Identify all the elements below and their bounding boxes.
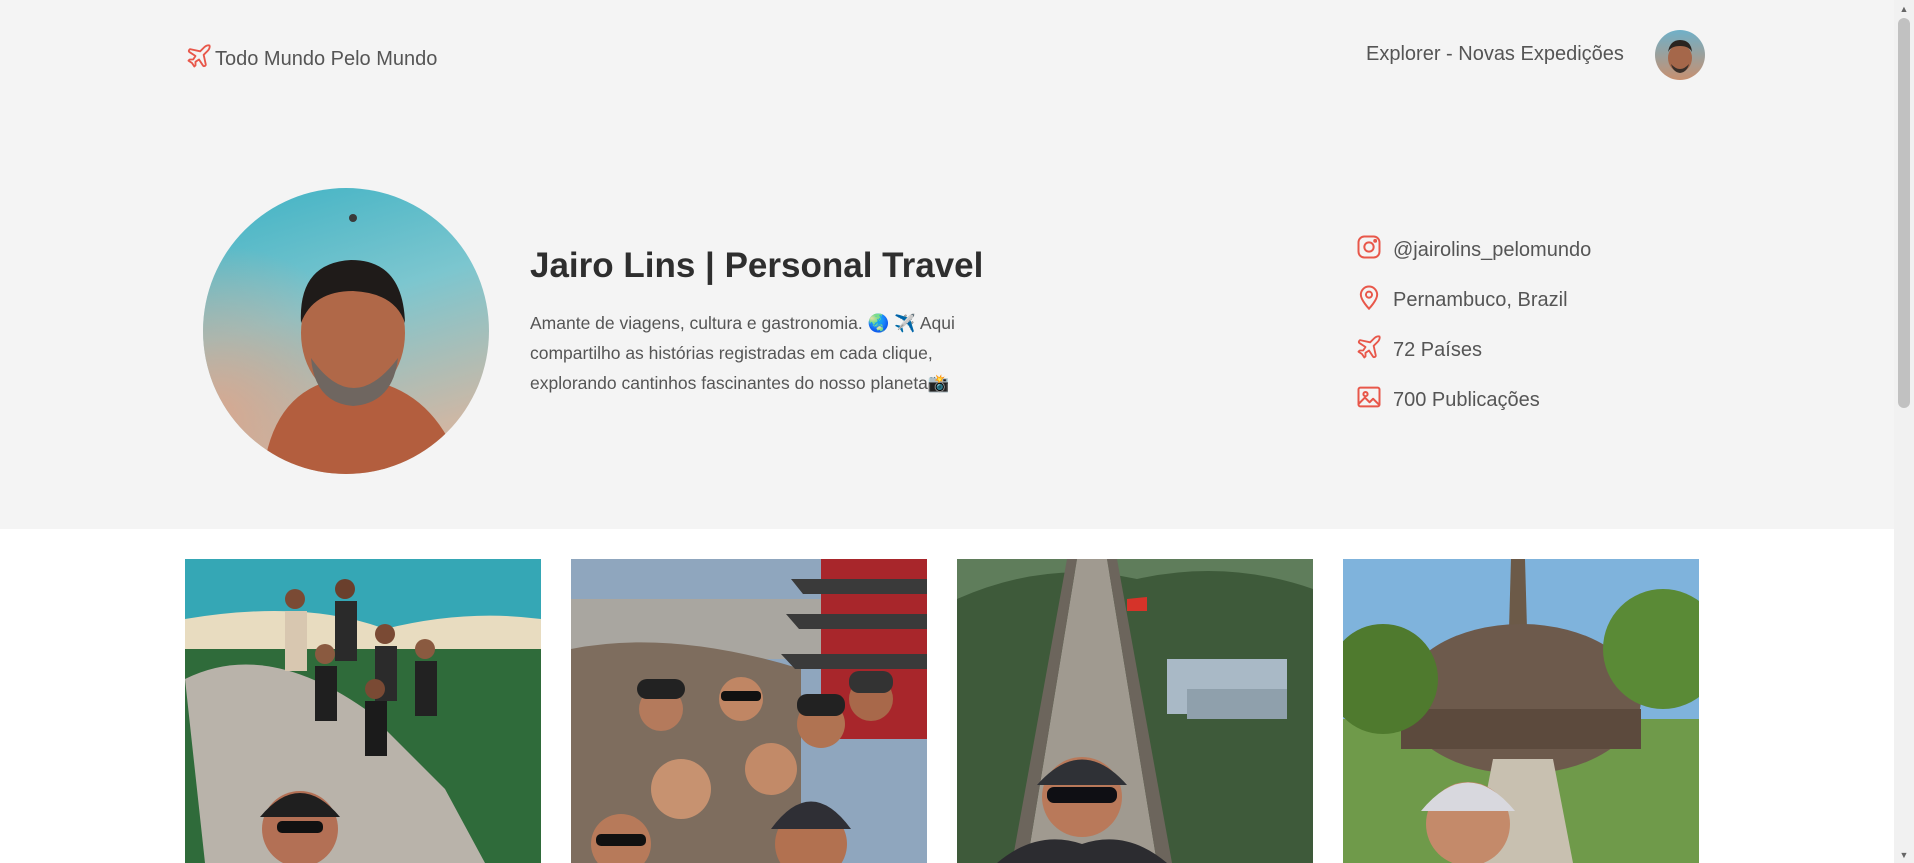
countries-item: 72 Países [1355,333,1482,367]
instagram-handle: @jairolins_pelomundo [1393,238,1592,261]
countries-count: 72 Países [1393,338,1482,361]
brand-label: Todo Mundo Pelo Mundo [215,47,438,70]
profile-photo [203,188,489,474]
post-thumbnail[interactable] [957,559,1313,863]
posts-item: 700 Publicações [1355,383,1540,417]
location-text: Pernambuco, Brazil [1393,288,1568,311]
scroll-down-arrow-icon[interactable]: ▼ [1894,846,1914,863]
avatar[interactable] [1655,30,1705,80]
plane-icon [185,42,213,76]
instagram-link[interactable]: @jairolins_pelomundo [1355,233,1591,267]
profile-bio: Amante de viagens, cultura e gastronomia… [530,313,955,393]
profile-name: Jairo Lins | Personal Travel [530,246,984,285]
plane-icon [1355,333,1383,367]
image-icon [1355,383,1383,417]
post-thumbnail[interactable] [185,559,541,863]
scroll-up-arrow-icon[interactable]: ▲ [1894,0,1914,17]
map-pin-icon [1355,283,1383,317]
instagram-icon [1355,233,1383,267]
brand-link[interactable]: Todo Mundo Pelo Mundo [185,42,437,76]
scrollbar[interactable]: ▲ ▼ [1894,0,1914,863]
location-item: Pernambuco, Brazil [1355,283,1568,317]
post-thumbnail[interactable] [571,559,927,863]
post-thumbnail[interactable] [1343,559,1699,863]
explorer-link[interactable]: Explorer - Novas Expedições [1366,43,1624,66]
posts-count: 700 Publicações [1393,388,1540,411]
scrollbar-thumb[interactable] [1898,18,1910,408]
